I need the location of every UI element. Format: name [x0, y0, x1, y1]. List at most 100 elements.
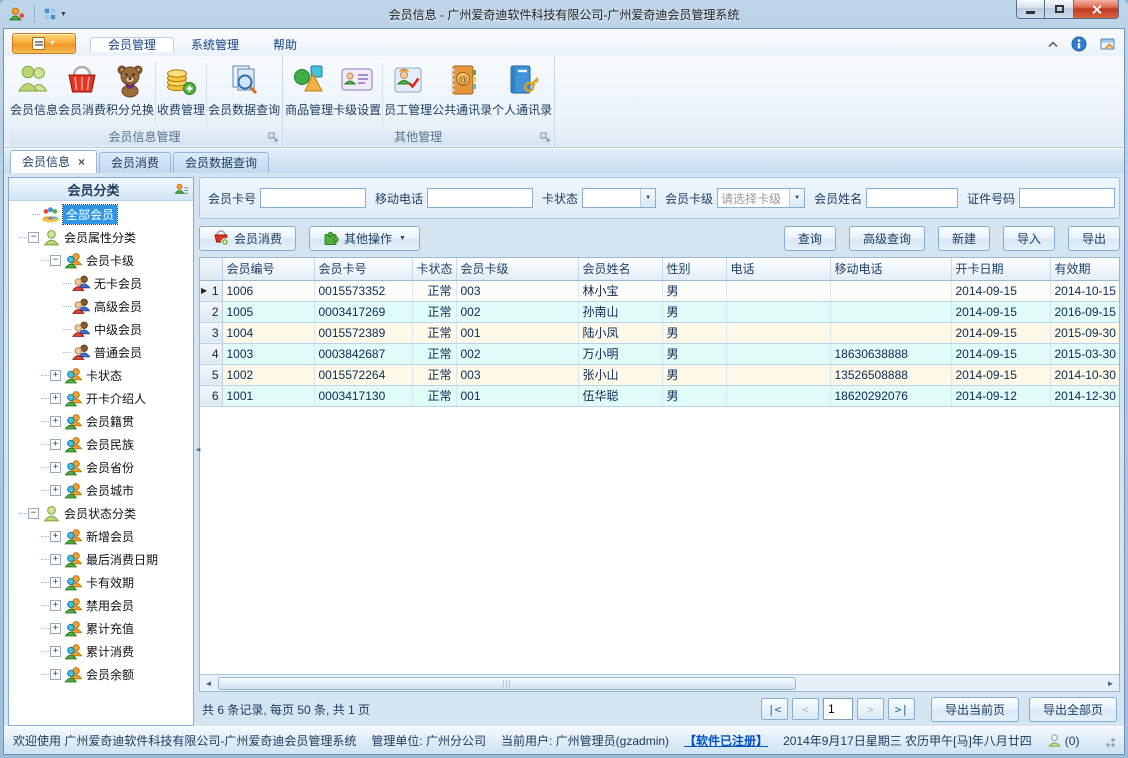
action-button-导出[interactable]: 导出: [1067, 225, 1120, 251]
scroll-left-icon[interactable]: ◄: [201, 679, 216, 688]
ribbon-button-卡级设置[interactable]: 卡级设置: [333, 59, 381, 127]
horizontal-scrollbar[interactable]: ◄ ||| ►: [200, 674, 1119, 691]
action-button-高级查询[interactable]: 高级查询: [848, 225, 925, 251]
tab-close-icon[interactable]: ×: [78, 156, 85, 168]
close-button[interactable]: [1073, 0, 1119, 19]
tree-expander-icon[interactable]: −: [50, 255, 61, 266]
page-nav-|<[interactable]: |<: [760, 698, 788, 720]
tree-item-禁用会员[interactable]: + 禁用会员: [9, 594, 193, 617]
tree-item-会员属性分类[interactable]: − 会员属性分类: [9, 226, 193, 249]
table-row[interactable]: 6 1001 0003417130 正常 001 伍华聪男 18620292076 2014-…: [200, 385, 1119, 407]
export-button-导出当前页[interactable]: 导出当前页: [930, 696, 1019, 722]
tree-expander-icon[interactable]: +: [50, 370, 61, 381]
maximize-button[interactable]: [1045, 0, 1073, 19]
column-header-性别[interactable]: 性别: [662, 258, 727, 281]
column-header-selector[interactable]: [200, 258, 223, 281]
resize-grip[interactable]: [1103, 734, 1115, 747]
tree-expander-icon[interactable]: +: [50, 439, 61, 450]
action-button-其他操作[interactable]: 其他操作 ▼: [309, 225, 420, 251]
tree-expander-icon[interactable]: +: [50, 554, 61, 565]
tree-expander-icon[interactable]: +: [50, 393, 61, 404]
tree-item-无卡会员[interactable]: 无卡会员: [9, 272, 193, 295]
doc-tab-会员消费[interactable]: 会员消费: [99, 152, 172, 173]
splitter-collapse-icon[interactable]: ◄: [194, 445, 202, 454]
tree-item-会员省份[interactable]: + 会员省份: [9, 456, 193, 479]
minimize-button[interactable]: [1016, 0, 1045, 19]
ribbon-button-会员信息[interactable]: 会员信息: [10, 59, 58, 127]
application-menu-button[interactable]: ▼: [12, 33, 76, 54]
info-icon[interactable]: [1071, 36, 1087, 52]
tree-item-高级会员[interactable]: 高级会员: [9, 295, 193, 318]
ribbon-button-商品管理[interactable]: 商品管理: [285, 59, 333, 127]
tree-item-会员余额[interactable]: + 会员余额: [9, 663, 193, 686]
tree-item-会员城市[interactable]: + 会员城市: [9, 479, 193, 502]
tree-item-普通会员[interactable]: 普通会员: [9, 341, 193, 364]
tree-expander-icon[interactable]: +: [50, 416, 61, 427]
scroll-right-icon[interactable]: ►: [1103, 679, 1118, 688]
table-row[interactable]: 4 1003 0003842687 正常 002 万小明男 18630638888 2014-…: [200, 343, 1119, 365]
tree-item-中级会员[interactable]: 中级会员: [9, 318, 193, 341]
ribbon-collapse-icon[interactable]: [1047, 40, 1059, 48]
doc-tab-会员信息[interactable]: 会员信息 ×: [10, 150, 98, 173]
search-select-会员卡级[interactable]: 请选择卡级 ▼: [717, 188, 806, 208]
chevron-down-icon[interactable]: ▼: [789, 189, 805, 207]
column-header-卡状态[interactable]: 卡状态: [412, 258, 457, 281]
export-button-导出全部页[interactable]: 导出全部页: [1028, 696, 1117, 722]
quick-access-toolbar[interactable]: ▼: [34, 5, 67, 23]
action-button-新建[interactable]: 新建: [937, 225, 990, 251]
category-manage-icon[interactable]: [174, 182, 189, 197]
tree-item-新增会员[interactable]: + 新增会员: [9, 525, 193, 548]
search-input-会员卡号[interactable]: [260, 188, 367, 208]
tree-item-会员卡级[interactable]: − 会员卡级: [9, 249, 193, 272]
menu-tab-会员管理[interactable]: 会员管理: [90, 37, 175, 52]
page-nav->|[interactable]: >|: [887, 698, 915, 720]
scrollbar-thumb[interactable]: |||: [218, 676, 796, 690]
ribbon-button-会员数据查询[interactable]: 会员数据查询: [208, 59, 280, 127]
column-header-电话[interactable]: 电话: [726, 258, 831, 281]
ribbon-button-公共通讯录[interactable]: @ 公共通讯录: [432, 59, 492, 127]
tree-expander-icon[interactable]: +: [50, 485, 61, 496]
tree-item-卡有效期[interactable]: + 卡有效期: [9, 571, 193, 594]
skin-style-icon[interactable]: [1099, 36, 1116, 52]
tree-item-最后消费日期[interactable]: + 最后消费日期: [9, 548, 193, 571]
tree-expander-icon[interactable]: −: [28, 508, 39, 519]
ribbon-button-收费管理[interactable]: 收费管理: [157, 59, 205, 127]
search-input-移动电话[interactable]: [427, 188, 534, 208]
tree-expander-icon[interactable]: +: [50, 462, 61, 473]
ribbon-button-会员消费[interactable]: 会员消费: [58, 59, 106, 127]
chevron-down-icon[interactable]: ▼: [640, 189, 656, 207]
column-header-会员卡号[interactable]: 会员卡号: [314, 258, 413, 281]
tree-item-会员状态分类[interactable]: − 会员状态分类: [9, 502, 193, 525]
column-header-移动电话[interactable]: 移动电话: [830, 258, 952, 281]
column-header-会员卡级[interactable]: 会员卡级: [456, 258, 579, 281]
dialog-launcher-icon[interactable]: [268, 132, 279, 143]
table-row[interactable]: 2 1005 0003417269 正常 002 孙南山男 2014-09-15 2016-0…: [200, 301, 1119, 323]
menu-tab-系统管理[interactable]: 系统管理: [174, 38, 256, 52]
search-input-证件号码[interactable]: [1019, 188, 1116, 208]
tree-item-累计消费[interactable]: + 累计消费: [9, 640, 193, 663]
tree-item-累计充值[interactable]: + 累计充值: [9, 617, 193, 640]
tree-item-会员籍贯[interactable]: + 会员籍贯: [9, 410, 193, 433]
ribbon-button-积分兑换[interactable]: 积分兑换: [106, 59, 154, 127]
tree-expander-icon[interactable]: +: [50, 600, 61, 611]
table-row[interactable]: 1 ▶ 1006 0015573352 正常 003 林小宝男 2014-09-15 2014-…: [200, 280, 1119, 302]
table-row[interactable]: 3 1004 0015572389 正常 001 陆小凤男 2014-09-15 2015-0…: [200, 322, 1119, 344]
tree-expander-icon[interactable]: +: [50, 531, 61, 542]
menu-tab-帮助[interactable]: 帮助: [256, 38, 314, 52]
doc-tab-会员数据查询[interactable]: 会员数据查询: [173, 152, 270, 173]
column-header-会员姓名[interactable]: 会员姓名: [578, 258, 663, 281]
action-button-导入[interactable]: 导入: [1002, 225, 1055, 251]
dialog-launcher-icon[interactable]: [540, 132, 551, 143]
license-link[interactable]: 【软件已注册】: [684, 732, 768, 749]
ribbon-button-员工管理[interactable]: 员工管理: [384, 59, 432, 127]
page-number-input[interactable]: [822, 698, 853, 720]
tree-expander-icon[interactable]: +: [50, 623, 61, 634]
tree-item-卡状态[interactable]: + 卡状态: [9, 364, 193, 387]
search-input-会员姓名[interactable]: [866, 188, 959, 208]
tree-item-会员民族[interactable]: + 会员民族: [9, 433, 193, 456]
table-row[interactable]: 5 1002 0015572264 正常 003 张小山男 13526508888 2014-…: [200, 364, 1119, 386]
tree-expander-icon[interactable]: −: [28, 232, 39, 243]
chevron-down-icon[interactable]: ▼: [60, 11, 67, 18]
ribbon-button-个人通讯录[interactable]: 个人通讯录: [492, 59, 552, 127]
action-button-查询[interactable]: 查询: [783, 225, 836, 251]
